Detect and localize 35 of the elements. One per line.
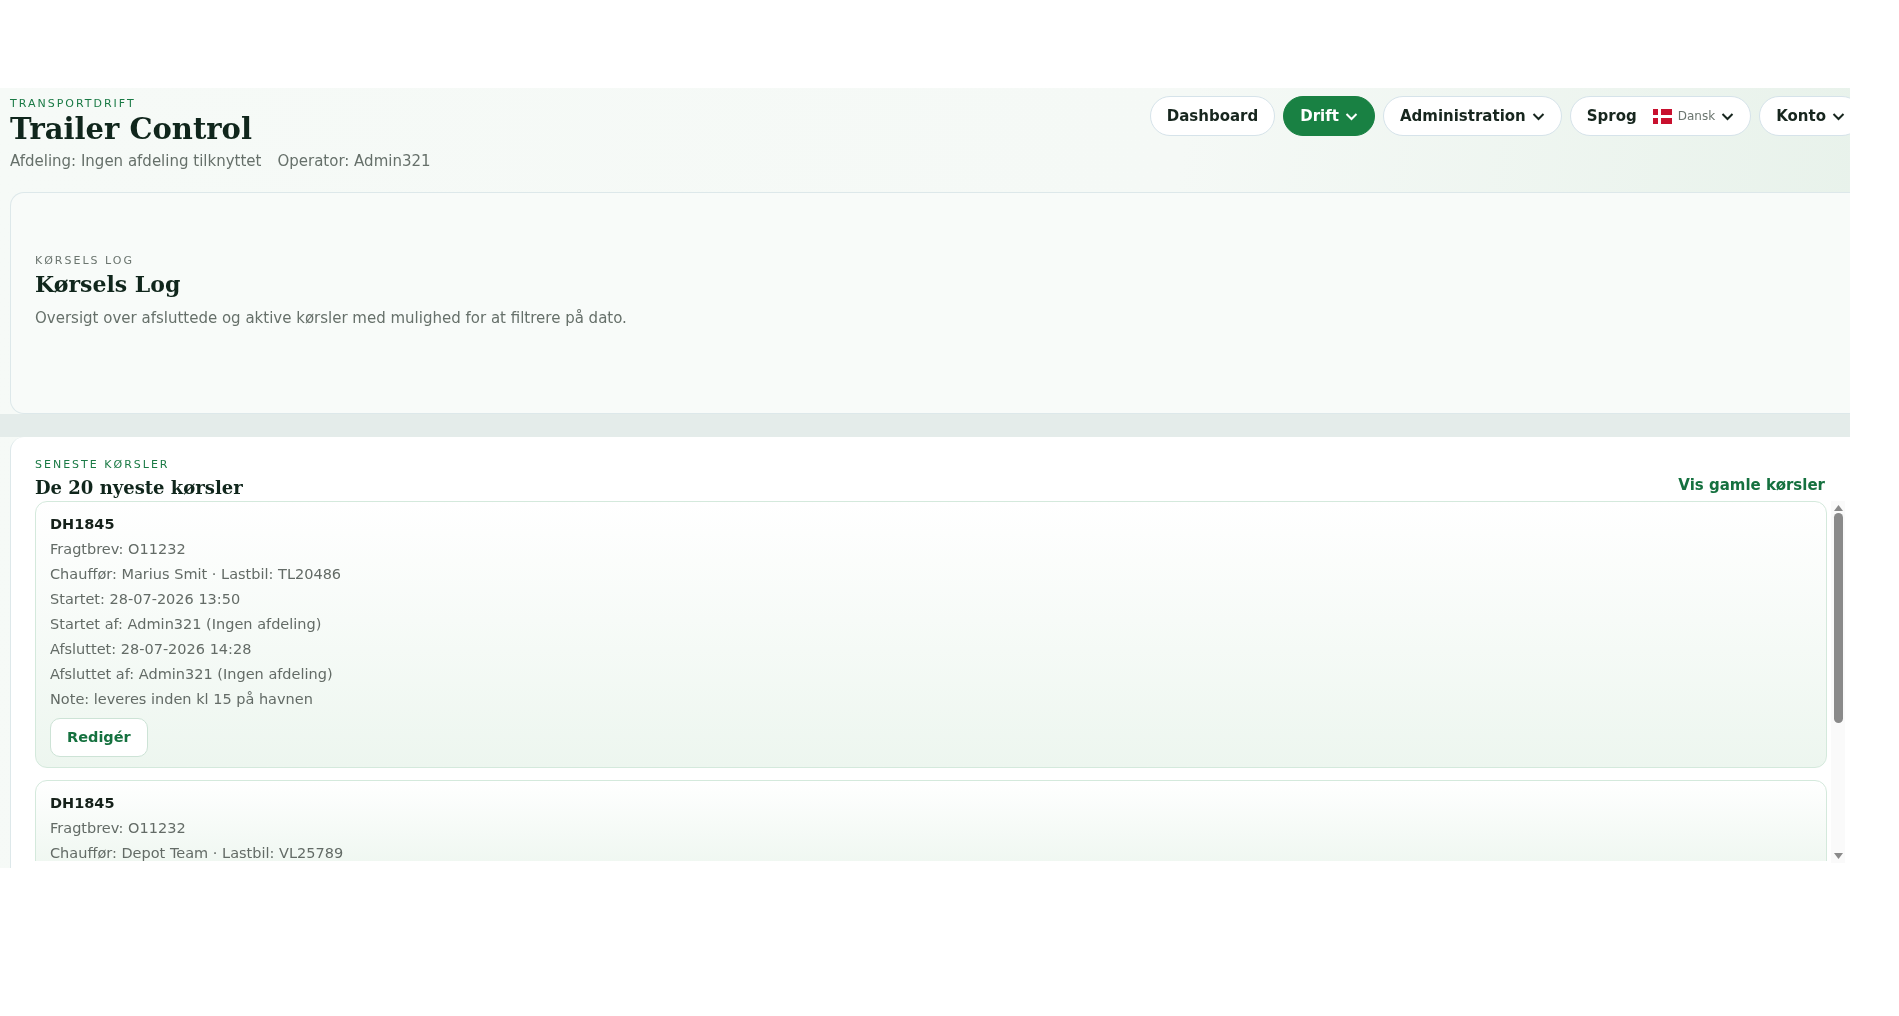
chevron-down-icon xyxy=(1344,111,1358,121)
nav-button[interactable]: Konto xyxy=(1759,96,1850,136)
page-description: Oversigt over afsluttede og aktive kørsler med mulighed for at filtrere på dato. xyxy=(35,307,628,329)
trip-detail: Chauffør: Depot Team · Lastbil: VL25789 xyxy=(50,844,345,861)
eyebrow-label: SENESTE KØRSLER xyxy=(35,457,171,473)
nav-button[interactable]: Sprog Dansk xyxy=(1569,96,1752,136)
app-title: Trailer Control xyxy=(10,112,253,146)
eyebrow-label: KØRSELS LOG xyxy=(35,253,135,269)
section-title: De 20 nyeste kørsler xyxy=(35,475,243,500)
trip-detail: Startet af: Admin321 (Ingen afdeling) xyxy=(50,614,323,634)
chevron-down-icon xyxy=(1531,111,1545,121)
scrollbar[interactable] xyxy=(1831,500,1845,863)
nav-button[interactable]: Dashboard xyxy=(1149,96,1276,136)
trip-detail: Chauffør: Marius Smit · Lastbil: TL20486 xyxy=(50,564,343,584)
flag-icon xyxy=(1652,108,1672,124)
language-value: Dansk xyxy=(1677,108,1716,125)
old-trips-link[interactable]: Vis gamle kørsler xyxy=(1678,474,1825,497)
trip-detail: Afsluttet: 28-07-2026 14:28 xyxy=(50,639,253,659)
nav-button[interactable]: Administration xyxy=(1382,96,1562,136)
trip-detail: Startet: 28-07-2026 13:50 xyxy=(50,589,242,609)
header-meta-text: Afdeling: Ingen afdeling tilknyttet xyxy=(10,150,262,172)
nav-button[interactable]: Drift xyxy=(1283,96,1375,136)
trip-detail: Fragtbrev: O11232 xyxy=(50,819,187,839)
edit-button[interactable]: Redigér xyxy=(50,717,148,758)
eyebrow-label: TRANSPORTDRIFT xyxy=(10,96,137,112)
chevron-down-icon xyxy=(1721,111,1735,121)
trip-detail: Afsluttet af: Admin321 (Ingen afdeling) xyxy=(50,664,334,684)
header-meta-text: Operator: Admin321 xyxy=(277,150,431,172)
chevron-down-icon xyxy=(1832,111,1845,121)
scroll-down-icon[interactable] xyxy=(1833,852,1843,859)
trip-id: DH1845 xyxy=(50,514,116,534)
trip-detail: Fragtbrev: O11232 xyxy=(50,539,187,559)
page-title: Kørsels Log xyxy=(35,271,182,297)
trip-detail: Note: leveres inden kl 15 på havnen xyxy=(50,689,314,709)
trip-id: DH1845 xyxy=(50,794,116,814)
